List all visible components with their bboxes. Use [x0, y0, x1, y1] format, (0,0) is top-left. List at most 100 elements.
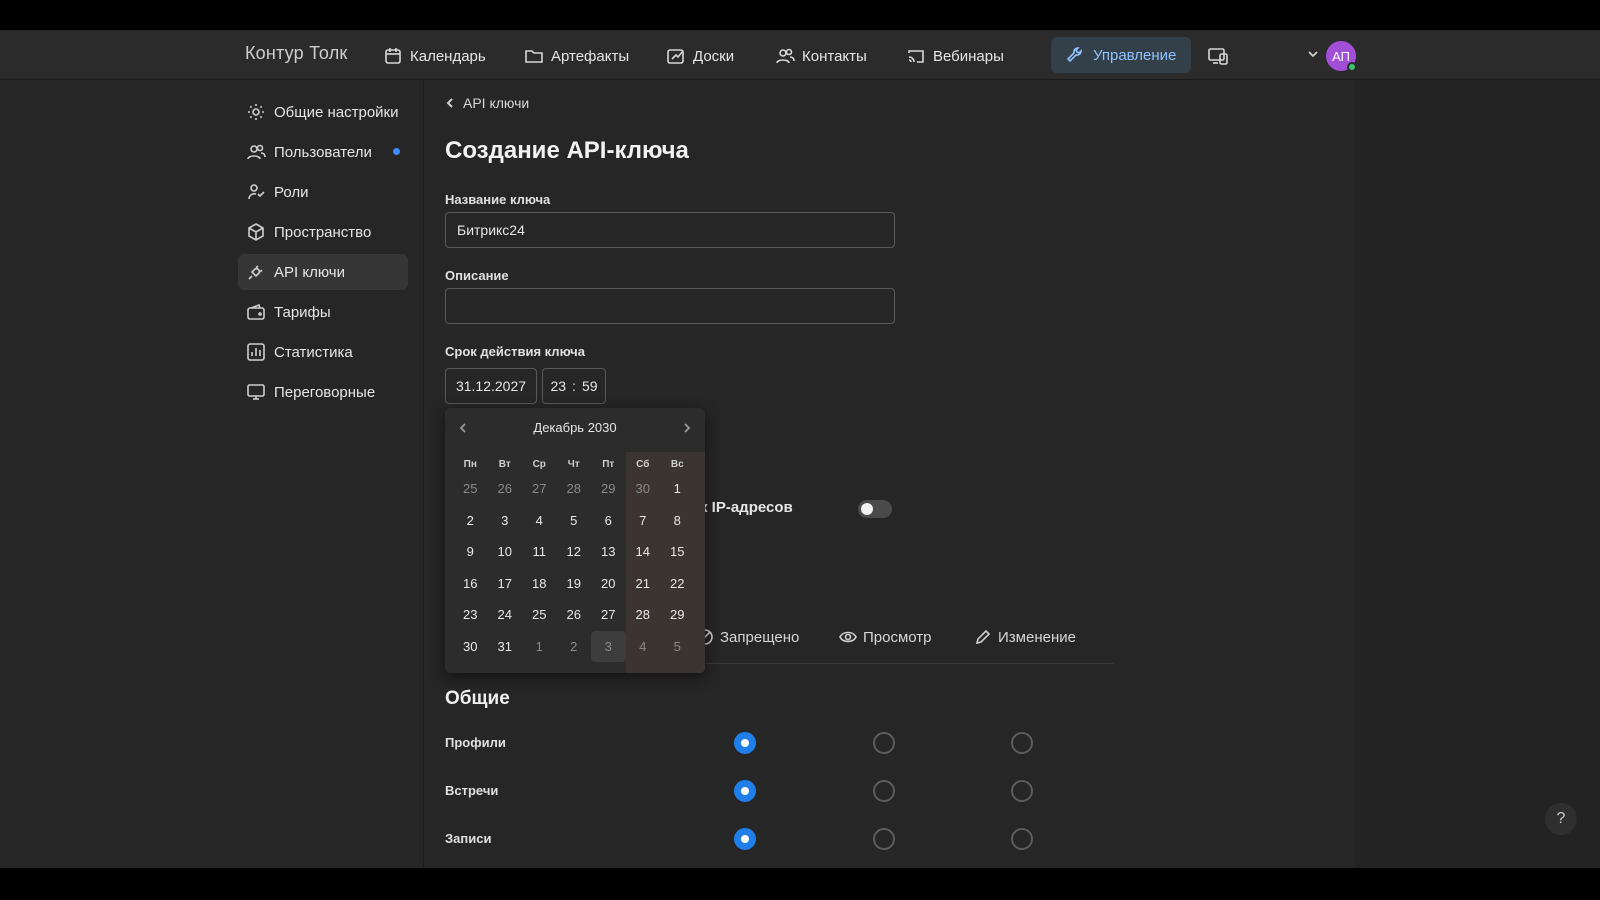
avatar[interactable]: АП — [1326, 41, 1357, 72]
calendar-day[interactable]: 2 — [453, 505, 488, 537]
radio-meetings-view[interactable] — [873, 780, 895, 802]
nav-boards-label: Доски — [693, 47, 735, 65]
calendar-day[interactable]: 12 — [557, 536, 592, 568]
sidebar-item-tariffs[interactable]: Тарифы — [238, 294, 408, 330]
calendar-day[interactable]: 3 — [488, 505, 523, 537]
sidebar-item-meeting-rooms[interactable]: Переговорные — [238, 374, 408, 410]
chart-icon — [247, 343, 265, 361]
radio-meetings-forbidden[interactable] — [734, 780, 756, 802]
calendar-month-title[interactable]: Декабрь 2030 — [533, 420, 616, 435]
calendar-day[interactable]: 18 — [522, 568, 557, 600]
key-name-input[interactable] — [445, 212, 895, 248]
permission-column-edit[interactable]: Изменение — [974, 628, 1076, 646]
calendar-day[interactable]: 30 — [453, 631, 488, 663]
calendar-day[interactable]: 31 — [488, 631, 523, 663]
calendar-day[interactable]: 26 — [488, 473, 523, 505]
chevron-left-icon[interactable] — [457, 421, 469, 433]
calendar-day[interactable]: 11 — [522, 536, 557, 568]
expiry-time-separator: : — [572, 378, 576, 394]
calendar-day[interactable]: 24 — [488, 599, 523, 631]
nav-management[interactable]: Управление — [1051, 37, 1191, 73]
radio-meetings-edit[interactable] — [1011, 780, 1033, 802]
calendar-day[interactable]: 15 — [660, 536, 695, 568]
radio-profiles-view[interactable] — [873, 732, 895, 754]
calendar-day[interactable]: 2 — [557, 631, 592, 663]
calendar-day[interactable]: 1 — [660, 473, 695, 505]
nav-contacts[interactable]: Контакты — [775, 43, 867, 69]
calendar-day[interactable]: 21 — [626, 568, 661, 600]
radio-records-forbidden[interactable] — [734, 828, 756, 850]
calendar-day[interactable]: 13 — [591, 536, 626, 568]
calendar-day[interactable]: 17 — [488, 568, 523, 600]
calendar-day[interactable]: 26 — [557, 599, 592, 631]
calendar-day[interactable]: 25 — [453, 473, 488, 505]
plug-icon — [248, 265, 263, 280]
eye-icon — [839, 631, 857, 643]
calendar-day[interactable]: 7 — [626, 505, 661, 537]
description-label: Описание — [445, 268, 509, 283]
expiry-date-input[interactable]: 31.12.2027 — [445, 368, 537, 404]
radio-records-edit[interactable] — [1011, 828, 1033, 850]
devices-icon[interactable] — [1207, 45, 1229, 67]
sidebar-item-users[interactable]: Пользователи — [238, 134, 408, 170]
radio-profiles-edit[interactable] — [1011, 732, 1033, 754]
calendar-day[interactable]: 5 — [557, 505, 592, 537]
sidebar-item-space[interactable]: Пространство — [238, 214, 408, 250]
calendar-day[interactable]: 29 — [591, 473, 626, 505]
sidebar-item-statistics[interactable]: Статистика — [238, 334, 408, 370]
breadcrumb[interactable]: API ключи — [445, 95, 529, 111]
permission-column-view[interactable]: Просмотр — [839, 628, 932, 646]
sidebar-item-roles[interactable]: Роли — [238, 174, 408, 210]
permission-column-label: Запрещено — [720, 628, 800, 646]
calendar-day[interactable]: 27 — [591, 599, 626, 631]
calendar-day[interactable]: 3 — [591, 630, 626, 662]
pencil-icon — [975, 629, 991, 645]
calendar-weekday-label: Пт — [602, 458, 615, 470]
calendar-day[interactable]: 16 — [453, 568, 488, 600]
calendar-day[interactable]: 27 — [522, 473, 557, 505]
calendar-day[interactable]: 28 — [626, 599, 661, 631]
expiry-time-input[interactable]: 23 : 59 — [542, 368, 606, 404]
calendar-day[interactable]: 9 — [453, 536, 488, 568]
nav-webinars[interactable]: Вебинары — [906, 43, 1004, 69]
chevron-down-icon[interactable] — [1306, 47, 1320, 61]
calendar-day[interactable]: 4 — [522, 505, 557, 537]
cast-icon — [908, 50, 924, 63]
calendar-day[interactable]: 4 — [626, 631, 661, 663]
calendar-day[interactable]: 30 — [626, 473, 661, 505]
calendar-day[interactable]: 1 — [522, 631, 557, 663]
calendar-day[interactable]: 23 — [453, 599, 488, 631]
calendar-day[interactable]: 25 — [522, 599, 557, 631]
app-window: Контур Толк Календарь Артефакты Доски Ко… — [0, 30, 1600, 868]
radio-records-view[interactable] — [873, 828, 895, 850]
calendar-day[interactable]: 14 — [626, 536, 661, 568]
calendar-day[interactable]: 20 — [591, 568, 626, 600]
nav-calendar-label: Календарь — [410, 47, 486, 65]
sidebar-item-label: Статистика — [274, 343, 353, 361]
sidebar-item-general-settings[interactable]: Общие настройки — [238, 94, 408, 130]
calendar-day[interactable]: 28 — [557, 473, 592, 505]
calendar-day[interactable]: 29 — [660, 599, 695, 631]
permission-column-forbidden[interactable]: Запрещено — [696, 628, 799, 646]
calendar-day[interactable]: 19 — [557, 568, 592, 600]
description-input[interactable] — [445, 288, 895, 324]
ip-restriction-toggle[interactable] — [858, 500, 892, 518]
sidebar-item-label: API ключи — [274, 263, 345, 281]
calendar-day[interactable]: 22 — [660, 568, 695, 600]
sidebar-item-label: Пользователи — [274, 143, 372, 161]
board-icon — [667, 49, 684, 64]
calendar-day[interactable]: 8 — [660, 505, 695, 537]
nav-calendar[interactable]: Календарь — [383, 43, 486, 69]
calendar-weekday-label: Чт — [567, 458, 580, 470]
calendar-day[interactable]: 6 — [591, 505, 626, 537]
nav-boards[interactable]: Доски — [666, 43, 734, 69]
calendar-day[interactable]: 10 — [488, 536, 523, 568]
nav-artifacts[interactable]: Артефакты — [524, 43, 629, 69]
toggle-knob — [861, 503, 873, 515]
radio-profiles-forbidden[interactable] — [734, 732, 756, 754]
help-button[interactable]: ? — [1545, 803, 1577, 835]
calendar-day[interactable]: 5 — [660, 631, 695, 663]
sidebar-item-api-keys[interactable]: API ключи — [238, 254, 408, 290]
brand-logo[interactable]: Контур Толк — [245, 43, 347, 64]
chevron-right-icon[interactable] — [681, 421, 693, 433]
